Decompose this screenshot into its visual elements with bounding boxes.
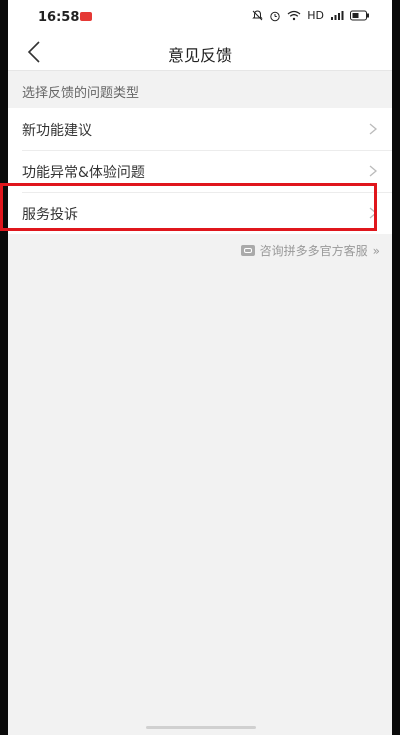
list-item-label: 功能异常&体验问题 — [22, 165, 145, 181]
phone-screen: 16:58 HD 意见反馈 选择反馈的问题类型 新功能建议 功能异常&体验问题 … — [8, 0, 392, 735]
list-item-service-complaint[interactable]: 服务投诉 — [8, 192, 392, 234]
battery-icon — [350, 10, 369, 21]
status-icons: HD — [252, 9, 370, 22]
chevron-right-icon — [369, 207, 378, 219]
section-title: 选择反馈的问题类型 — [22, 86, 140, 101]
consult-customer-service-link[interactable]: 咨询拼多多官方客服 » — [240, 242, 380, 259]
nav-bar: 意见反馈 — [8, 34, 392, 71]
chat-icon — [240, 245, 255, 256]
page-title: 意见反馈 — [167, 46, 232, 65]
status-bar: 16:58 HD — [8, 0, 392, 34]
feedback-type-list: 新功能建议 功能异常&体验问题 服务投诉 — [8, 108, 392, 234]
double-chevron-icon: » — [372, 243, 380, 258]
list-item-new-feature[interactable]: 新功能建议 — [8, 108, 392, 150]
status-time: 16:58 — [38, 10, 80, 25]
chevron-right-icon — [369, 123, 378, 135]
list-item-bug-experience[interactable]: 功能异常&体验问题 — [8, 150, 392, 192]
chevron-right-icon — [369, 165, 378, 177]
network-label: HD — [307, 9, 324, 22]
list-item-label: 服务投诉 — [22, 207, 78, 223]
consult-label: 咨询拼多多官方客服 — [259, 244, 368, 258]
notification-icon — [80, 12, 92, 21]
home-indicator[interactable] — [146, 726, 256, 729]
bell-off-icon — [252, 10, 263, 21]
list-item-label: 新功能建议 — [22, 123, 92, 139]
wifi-icon — [287, 10, 301, 21]
signal-icon — [331, 11, 344, 20]
alarm-icon — [270, 11, 280, 21]
